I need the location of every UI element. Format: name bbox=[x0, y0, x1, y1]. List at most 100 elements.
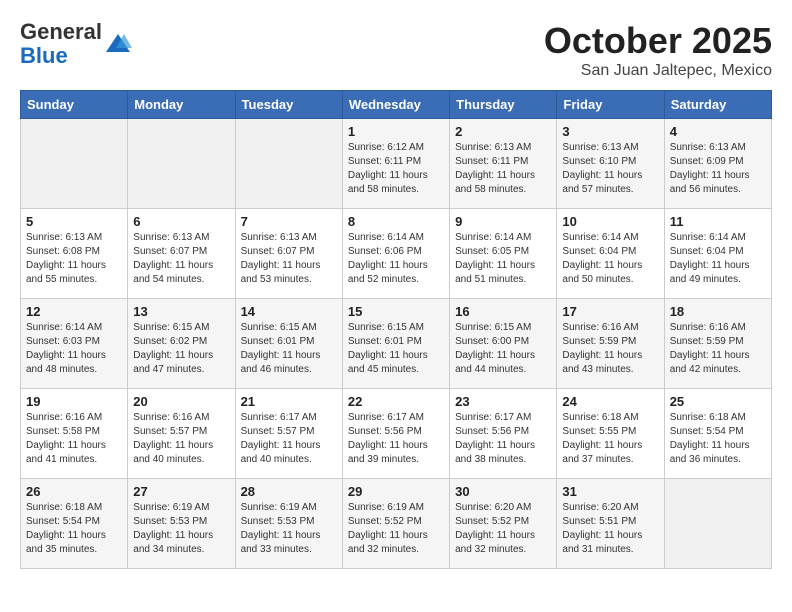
day-number: 2 bbox=[455, 124, 551, 139]
day-number: 20 bbox=[133, 394, 229, 409]
calendar-cell: 1 Sunrise: 6:12 AMSunset: 6:11 PMDayligh… bbox=[342, 119, 449, 209]
day-number: 24 bbox=[562, 394, 658, 409]
calendar-cell: 10 Sunrise: 6:14 AMSunset: 6:04 PMDaylig… bbox=[557, 209, 664, 299]
day-number: 27 bbox=[133, 484, 229, 499]
calendar-week-row: 26 Sunrise: 6:18 AMSunset: 5:54 PMDaylig… bbox=[21, 479, 772, 569]
day-info: Sunrise: 6:14 AMSunset: 6:04 PMDaylight:… bbox=[562, 232, 642, 285]
calendar-cell: 22 Sunrise: 6:17 AMSunset: 5:56 PMDaylig… bbox=[342, 389, 449, 479]
day-info: Sunrise: 6:17 AMSunset: 5:56 PMDaylight:… bbox=[348, 412, 428, 465]
day-number: 5 bbox=[26, 214, 122, 229]
day-number: 30 bbox=[455, 484, 551, 499]
day-number: 12 bbox=[26, 304, 122, 319]
day-info: Sunrise: 6:15 AMSunset: 6:02 PMDaylight:… bbox=[133, 322, 213, 375]
day-number: 1 bbox=[348, 124, 444, 139]
day-info: Sunrise: 6:19 AMSunset: 5:52 PMDaylight:… bbox=[348, 502, 428, 555]
calendar-cell: 24 Sunrise: 6:18 AMSunset: 5:55 PMDaylig… bbox=[557, 389, 664, 479]
calendar-cell: 23 Sunrise: 6:17 AMSunset: 5:56 PMDaylig… bbox=[450, 389, 557, 479]
day-info: Sunrise: 6:14 AMSunset: 6:04 PMDaylight:… bbox=[670, 232, 750, 285]
day-info: Sunrise: 6:14 AMSunset: 6:06 PMDaylight:… bbox=[348, 232, 428, 285]
day-number: 14 bbox=[241, 304, 337, 319]
day-number: 3 bbox=[562, 124, 658, 139]
weekday-header: Sunday bbox=[21, 91, 128, 119]
day-info: Sunrise: 6:19 AMSunset: 5:53 PMDaylight:… bbox=[241, 502, 321, 555]
day-info: Sunrise: 6:13 AMSunset: 6:11 PMDaylight:… bbox=[455, 142, 535, 195]
day-info: Sunrise: 6:20 AMSunset: 5:52 PMDaylight:… bbox=[455, 502, 535, 555]
day-number: 25 bbox=[670, 394, 766, 409]
day-number: 29 bbox=[348, 484, 444, 499]
day-info: Sunrise: 6:16 AMSunset: 5:59 PMDaylight:… bbox=[562, 322, 642, 375]
day-number: 21 bbox=[241, 394, 337, 409]
day-number: 23 bbox=[455, 394, 551, 409]
day-info: Sunrise: 6:15 AMSunset: 6:00 PMDaylight:… bbox=[455, 322, 535, 375]
calendar-cell: 13 Sunrise: 6:15 AMSunset: 6:02 PMDaylig… bbox=[128, 299, 235, 389]
day-number: 18 bbox=[670, 304, 766, 319]
day-info: Sunrise: 6:13 AMSunset: 6:07 PMDaylight:… bbox=[241, 232, 321, 285]
day-info: Sunrise: 6:16 AMSunset: 5:57 PMDaylight:… bbox=[133, 412, 213, 465]
day-info: Sunrise: 6:15 AMSunset: 6:01 PMDaylight:… bbox=[348, 322, 428, 375]
day-info: Sunrise: 6:17 AMSunset: 5:57 PMDaylight:… bbox=[241, 412, 321, 465]
day-info: Sunrise: 6:13 AMSunset: 6:09 PMDaylight:… bbox=[670, 142, 750, 195]
day-info: Sunrise: 6:15 AMSunset: 6:01 PMDaylight:… bbox=[241, 322, 321, 375]
calendar-cell: 21 Sunrise: 6:17 AMSunset: 5:57 PMDaylig… bbox=[235, 389, 342, 479]
day-number: 7 bbox=[241, 214, 337, 229]
calendar-cell: 27 Sunrise: 6:19 AMSunset: 5:53 PMDaylig… bbox=[128, 479, 235, 569]
day-info: Sunrise: 6:16 AMSunset: 5:59 PMDaylight:… bbox=[670, 322, 750, 375]
day-number: 16 bbox=[455, 304, 551, 319]
title-block: October 2025 San Juan Jaltepec, Mexico bbox=[544, 20, 772, 80]
calendar-cell: 2 Sunrise: 6:13 AMSunset: 6:11 PMDayligh… bbox=[450, 119, 557, 209]
calendar-cell: 6 Sunrise: 6:13 AMSunset: 6:07 PMDayligh… bbox=[128, 209, 235, 299]
calendar-cell: 4 Sunrise: 6:13 AMSunset: 6:09 PMDayligh… bbox=[664, 119, 771, 209]
weekday-header: Monday bbox=[128, 91, 235, 119]
day-number: 19 bbox=[26, 394, 122, 409]
calendar-week-row: 5 Sunrise: 6:13 AMSunset: 6:08 PMDayligh… bbox=[21, 209, 772, 299]
calendar-cell: 30 Sunrise: 6:20 AMSunset: 5:52 PMDaylig… bbox=[450, 479, 557, 569]
day-number: 26 bbox=[26, 484, 122, 499]
month-title: October 2025 bbox=[544, 20, 772, 62]
day-info: Sunrise: 6:13 AMSunset: 6:10 PMDaylight:… bbox=[562, 142, 642, 195]
day-number: 8 bbox=[348, 214, 444, 229]
weekday-header-row: SundayMondayTuesdayWednesdayThursdayFrid… bbox=[21, 91, 772, 119]
weekday-header: Wednesday bbox=[342, 91, 449, 119]
calendar-cell bbox=[128, 119, 235, 209]
calendar-cell: 12 Sunrise: 6:14 AMSunset: 6:03 PMDaylig… bbox=[21, 299, 128, 389]
calendar-cell bbox=[21, 119, 128, 209]
day-number: 15 bbox=[348, 304, 444, 319]
day-info: Sunrise: 6:14 AMSunset: 6:05 PMDaylight:… bbox=[455, 232, 535, 285]
day-number: 13 bbox=[133, 304, 229, 319]
day-number: 6 bbox=[133, 214, 229, 229]
calendar-cell: 26 Sunrise: 6:18 AMSunset: 5:54 PMDaylig… bbox=[21, 479, 128, 569]
day-number: 4 bbox=[670, 124, 766, 139]
calendar-cell: 18 Sunrise: 6:16 AMSunset: 5:59 PMDaylig… bbox=[664, 299, 771, 389]
calendar-week-row: 19 Sunrise: 6:16 AMSunset: 5:58 PMDaylig… bbox=[21, 389, 772, 479]
day-number: 22 bbox=[348, 394, 444, 409]
calendar-cell: 31 Sunrise: 6:20 AMSunset: 5:51 PMDaylig… bbox=[557, 479, 664, 569]
calendar-cell: 9 Sunrise: 6:14 AMSunset: 6:05 PMDayligh… bbox=[450, 209, 557, 299]
day-info: Sunrise: 6:12 AMSunset: 6:11 PMDaylight:… bbox=[348, 142, 428, 195]
calendar-week-row: 12 Sunrise: 6:14 AMSunset: 6:03 PMDaylig… bbox=[21, 299, 772, 389]
calendar-cell: 14 Sunrise: 6:15 AMSunset: 6:01 PMDaylig… bbox=[235, 299, 342, 389]
calendar-cell: 15 Sunrise: 6:15 AMSunset: 6:01 PMDaylig… bbox=[342, 299, 449, 389]
day-number: 28 bbox=[241, 484, 337, 499]
day-info: Sunrise: 6:16 AMSunset: 5:58 PMDaylight:… bbox=[26, 412, 106, 465]
calendar-cell: 28 Sunrise: 6:19 AMSunset: 5:53 PMDaylig… bbox=[235, 479, 342, 569]
logo-general-text: General bbox=[20, 19, 102, 44]
calendar-cell: 25 Sunrise: 6:18 AMSunset: 5:54 PMDaylig… bbox=[664, 389, 771, 479]
calendar-cell: 16 Sunrise: 6:15 AMSunset: 6:00 PMDaylig… bbox=[450, 299, 557, 389]
day-info: Sunrise: 6:14 AMSunset: 6:03 PMDaylight:… bbox=[26, 322, 106, 375]
logo-icon bbox=[104, 30, 132, 58]
calendar-week-row: 1 Sunrise: 6:12 AMSunset: 6:11 PMDayligh… bbox=[21, 119, 772, 209]
calendar-cell: 5 Sunrise: 6:13 AMSunset: 6:08 PMDayligh… bbox=[21, 209, 128, 299]
calendar-cell bbox=[664, 479, 771, 569]
calendar-table: SundayMondayTuesdayWednesdayThursdayFrid… bbox=[20, 90, 772, 569]
day-info: Sunrise: 6:20 AMSunset: 5:51 PMDaylight:… bbox=[562, 502, 642, 555]
day-number: 11 bbox=[670, 214, 766, 229]
calendar-cell: 8 Sunrise: 6:14 AMSunset: 6:06 PMDayligh… bbox=[342, 209, 449, 299]
calendar-cell: 7 Sunrise: 6:13 AMSunset: 6:07 PMDayligh… bbox=[235, 209, 342, 299]
day-info: Sunrise: 6:18 AMSunset: 5:54 PMDaylight:… bbox=[26, 502, 106, 555]
day-info: Sunrise: 6:18 AMSunset: 5:54 PMDaylight:… bbox=[670, 412, 750, 465]
day-info: Sunrise: 6:19 AMSunset: 5:53 PMDaylight:… bbox=[133, 502, 213, 555]
day-info: Sunrise: 6:13 AMSunset: 6:08 PMDaylight:… bbox=[26, 232, 106, 285]
calendar-cell: 20 Sunrise: 6:16 AMSunset: 5:57 PMDaylig… bbox=[128, 389, 235, 479]
calendar-cell: 19 Sunrise: 6:16 AMSunset: 5:58 PMDaylig… bbox=[21, 389, 128, 479]
logo-blue-text: Blue bbox=[20, 43, 68, 68]
